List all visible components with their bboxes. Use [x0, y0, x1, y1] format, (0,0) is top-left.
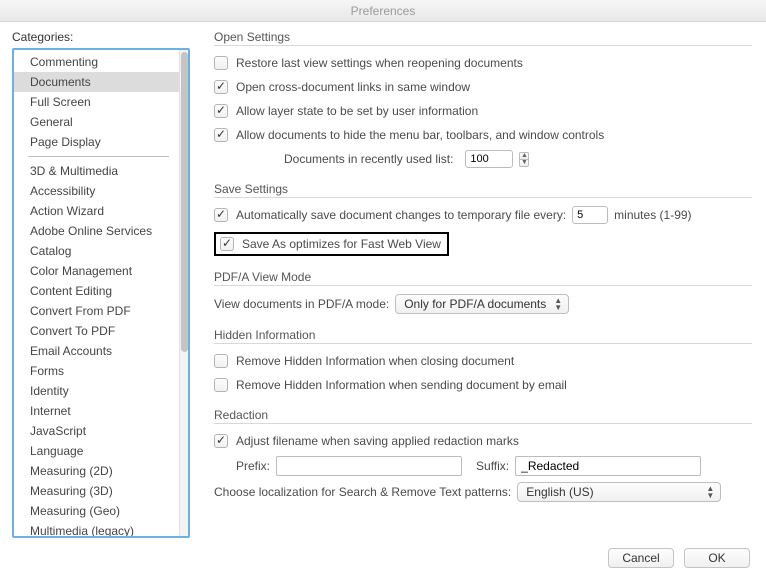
chevron-down-icon: ▼ [519, 160, 529, 167]
fast-web-view-checkbox[interactable] [220, 237, 234, 251]
suffix-label: Suffix: [476, 459, 509, 473]
localization-label: Choose localization for Search & Remove … [214, 485, 511, 499]
prefix-input[interactable] [276, 456, 462, 476]
category-item[interactable]: Catalog [14, 241, 179, 261]
select-chevrons-icon: ▲▼ [554, 297, 562, 311]
redaction-section: Redaction Adjust filename when saving ap… [214, 408, 752, 502]
save-settings-title: Save Settings [214, 182, 752, 196]
category-item[interactable]: Measuring (Geo) [14, 501, 179, 521]
adjust-filename-label: Adjust filename when saving applied reda… [236, 434, 519, 448]
category-item[interactable]: 3D & Multimedia [14, 161, 179, 181]
main-container: Categories: CommentingDocumentsFull Scre… [0, 22, 766, 540]
categories-list-inner: CommentingDocumentsFull ScreenGeneralPag… [14, 50, 179, 536]
category-item[interactable]: Action Wizard [14, 201, 179, 221]
restore-last-view-checkbox[interactable] [214, 56, 228, 70]
prefix-label: Prefix: [236, 459, 270, 473]
categories-label: Categories: [12, 30, 190, 44]
category-item[interactable]: Identity [14, 381, 179, 401]
scrollbar[interactable] [179, 50, 188, 536]
category-item[interactable]: Language [14, 441, 179, 461]
auto-save-unit-label: minutes (1-99) [614, 208, 691, 222]
category-item[interactable]: Measuring (3D) [14, 481, 179, 501]
category-item[interactable]: General [14, 112, 179, 132]
category-item[interactable]: Convert From PDF [14, 301, 179, 321]
remove-hidden-close-label: Remove Hidden Information when closing d… [236, 354, 514, 368]
hidden-info-section: Hidden Information Remove Hidden Informa… [214, 328, 752, 394]
auto-save-label: Automatically save document changes to t… [236, 208, 566, 222]
pdfa-mode-label: View documents in PDF/A mode: [214, 297, 389, 311]
category-item[interactable]: Convert To PDF [14, 321, 179, 341]
content-panel: Open Settings Restore last view settings… [196, 22, 766, 540]
recent-docs-stepper[interactable]: ▲▼ [519, 150, 529, 168]
categories-listbox[interactable]: CommentingDocumentsFull ScreenGeneralPag… [12, 48, 190, 538]
category-item[interactable]: JavaScript [14, 421, 179, 441]
layer-state-checkbox[interactable] [214, 104, 228, 118]
recent-docs-label: Documents in recently used list: [284, 152, 453, 166]
category-item[interactable]: Adobe Online Services [14, 221, 179, 241]
remove-hidden-close-checkbox[interactable] [214, 354, 228, 368]
pdfa-title: PDF/A View Mode [214, 270, 752, 284]
pdfa-mode-value: Only for PDF/A documents [404, 297, 546, 311]
select-chevrons-icon: ▲▼ [706, 485, 714, 499]
auto-save-value-input[interactable] [572, 206, 608, 224]
window-title: Preferences [0, 0, 766, 22]
localization-select[interactable]: English (US) ▲▼ [517, 482, 721, 502]
footer-buttons: Cancel OK [608, 548, 750, 568]
category-item[interactable]: Measuring (2D) [14, 461, 179, 481]
category-item[interactable]: Full Screen [14, 92, 179, 112]
category-item[interactable]: Accessibility [14, 181, 179, 201]
remove-hidden-email-checkbox[interactable] [214, 378, 228, 392]
localization-value: English (US) [526, 485, 593, 499]
category-item[interactable]: Forms [14, 361, 179, 381]
adjust-filename-checkbox[interactable] [214, 434, 228, 448]
open-settings-section: Open Settings Restore last view settings… [214, 30, 752, 168]
category-item[interactable]: Color Management [14, 261, 179, 281]
sidebar: Categories: CommentingDocumentsFull Scre… [0, 22, 196, 540]
pdfa-section: PDF/A View Mode View documents in PDF/A … [214, 270, 752, 314]
suffix-input[interactable] [515, 456, 701, 476]
redaction-title: Redaction [214, 408, 752, 422]
cross-doc-links-checkbox[interactable] [214, 80, 228, 94]
open-settings-title: Open Settings [214, 30, 752, 44]
hide-menubar-checkbox[interactable] [214, 128, 228, 142]
restore-last-view-label: Restore last view settings when reopenin… [236, 56, 523, 70]
cancel-button[interactable]: Cancel [608, 548, 674, 568]
hide-menubar-label: Allow documents to hide the menu bar, to… [236, 128, 604, 142]
category-item[interactable]: Documents [14, 72, 179, 92]
scrollbar-thumb[interactable] [181, 52, 188, 352]
fast-web-view-highlight: Save As optimizes for Fast Web View [214, 232, 449, 256]
category-item[interactable]: Internet [14, 401, 179, 421]
layer-state-label: Allow layer state to be set by user info… [236, 104, 478, 118]
cross-doc-links-label: Open cross-document links in same window [236, 80, 470, 94]
list-divider [28, 156, 169, 157]
category-item[interactable]: Email Accounts [14, 341, 179, 361]
hidden-info-title: Hidden Information [214, 328, 752, 342]
pdfa-mode-select[interactable]: Only for PDF/A documents ▲▼ [395, 294, 569, 314]
category-item[interactable]: Multimedia (legacy) [14, 521, 179, 536]
remove-hidden-email-label: Remove Hidden Information when sending d… [236, 378, 567, 392]
save-settings-section: Save Settings Automatically save documen… [214, 182, 752, 256]
category-item[interactable]: Page Display [14, 132, 179, 152]
auto-save-checkbox[interactable] [214, 208, 228, 222]
fast-web-view-label: Save As optimizes for Fast Web View [242, 237, 441, 251]
recent-docs-input[interactable] [465, 150, 513, 168]
ok-button[interactable]: OK [684, 548, 750, 568]
category-item[interactable]: Commenting [14, 52, 179, 72]
category-item[interactable]: Content Editing [14, 281, 179, 301]
